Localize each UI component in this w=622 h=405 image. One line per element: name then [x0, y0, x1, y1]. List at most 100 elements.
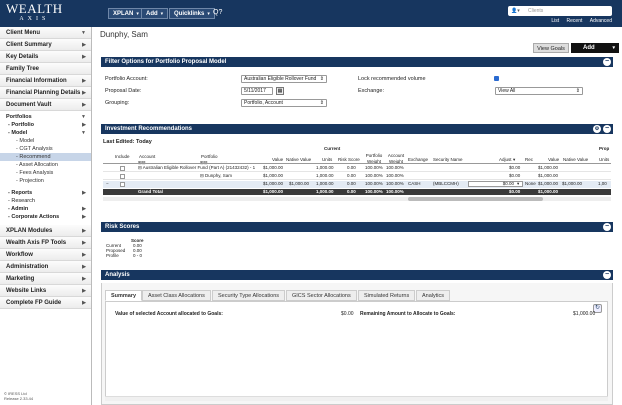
sidebar-item-admin[interactable]: - Admin ▶ — [0, 205, 91, 213]
proposal-date-input[interactable]: 5/11/2017 — [241, 87, 273, 95]
portfolio-account-select[interactable]: Australian Eligible Rollover Fund ⇕ — [241, 75, 327, 83]
table-row[interactable] — [103, 173, 611, 180]
sidebar-item-portfolios[interactable]: Portfolios ▼ — [0, 113, 91, 121]
list-link[interactable]: List — [551, 18, 559, 24]
xplan-menu[interactable]: XPLAN ▾ — [108, 8, 144, 19]
chevron-right-icon: ▶ — [82, 264, 86, 270]
chevron-right-icon: ▶ — [82, 54, 86, 60]
tab-summary[interactable]: Summary — [105, 290, 143, 301]
total-adjust: $0.00 — [509, 189, 521, 194]
collapse-icon[interactable]: − — [603, 223, 611, 231]
sidebar-item-fees-analysis[interactable]: - Fees Analysis — [0, 169, 91, 177]
sidebar-item-portfolio[interactable]: - Portfolio ▶ — [0, 121, 91, 129]
scrollbar-thumb[interactable] — [408, 197, 543, 201]
tab-analytics[interactable]: Analytics — [416, 290, 451, 301]
sidebar-item-key-details[interactable]: Key Details ▶ — [0, 51, 91, 63]
proposed-group-header: Prop — [599, 146, 610, 151]
chevron-right-icon: ▶ — [82, 214, 86, 220]
add-menu[interactable]: Add ▾ — [141, 8, 169, 19]
quicklinks-menu[interactable]: Quicklinks ▾ — [169, 8, 215, 19]
chevron-down-icon: ▾ — [160, 11, 164, 17]
calendar-icon[interactable]: ▦ — [276, 87, 284, 95]
tab-simulated-returns[interactable]: Simulated Returns — [358, 290, 416, 301]
add-button[interactable]: Add ▾ — [571, 43, 619, 53]
chevron-down-icon: ▼ — [81, 114, 86, 120]
chevron-right-icon: ▶ — [82, 300, 86, 306]
view-goals-button[interactable]: View Goals — [533, 43, 569, 53]
sidebar-item-document-vault[interactable]: Document Vault ▶ — [0, 99, 91, 111]
row-prop-native-value: $1,000.00 — [562, 181, 583, 186]
collapse-icon[interactable]: − — [603, 125, 611, 133]
tab-security-type-allocations[interactable]: Security Type Allocations — [212, 290, 286, 301]
chevron-down-icon: ▼ — [81, 30, 86, 36]
settings-icon[interactable]: ⚙ — [593, 125, 601, 133]
chevron-down-icon: ▾ — [136, 11, 139, 17]
sidebar-item-reports[interactable]: - Reports ▶ — [0, 189, 91, 197]
row-units: 1,000.00 — [316, 173, 334, 178]
analysis-panel-title: Analysis — [105, 272, 130, 278]
sidebar-item-model[interactable]: - Model ▼ — [0, 129, 91, 137]
risk-panel-header: Risk Scores − — [101, 222, 613, 232]
grouping-select[interactable]: Portfolio, Account ⇕ — [241, 99, 327, 107]
sidebar-item-complete-fp-guide[interactable]: Complete FP Guide ▶ — [0, 297, 91, 309]
sidebar-item-marketing[interactable]: Marketing ▶ — [0, 273, 91, 285]
search-help-icon[interactable]: Q? — [213, 9, 222, 16]
client-search-input[interactable]: 👤▾ Clients — [508, 6, 612, 16]
tab-asset-class-allocations[interactable]: Asset Class Allocations — [142, 290, 211, 301]
sidebar-item-projection[interactable]: - Projection — [0, 177, 91, 185]
row-action-icon[interactable]: − — [106, 181, 109, 187]
sidebar-item-administration[interactable]: Administration ▶ — [0, 261, 91, 273]
sidebar-item-model-child[interactable]: - Model — [0, 137, 91, 145]
collapse-icon[interactable]: − — [603, 58, 611, 66]
search-links: List Recent Advanced — [545, 18, 612, 24]
row-security: (MBLCCMH) — [433, 181, 459, 186]
selected-allocated-value: $0.00 — [341, 311, 354, 317]
top-bar: WEALTH AXIS XPLAN ▾ Add ▾ Quicklinks ▾ Q? 👤… — [0, 0, 622, 27]
row-rec: None — [525, 181, 536, 186]
sidebar-item-workflow[interactable]: Workflow ▶ — [0, 249, 91, 261]
include-checkbox[interactable] — [120, 182, 125, 187]
exchange-select[interactable]: View All ⇕ — [495, 87, 583, 95]
row-exchange: CASH — [408, 181, 421, 186]
chevron-right-icon: ▶ — [82, 288, 86, 294]
sidebar-item-corporate-actions[interactable]: - Corporate Actions ▶ — [0, 213, 91, 221]
total-prop-value: $1,000.00 — [538, 189, 559, 194]
portfolio-account-label: Portfolio Account: — [105, 76, 148, 82]
sidebar-item-family-tree[interactable]: Family Tree — [0, 63, 91, 75]
header-divider — [103, 163, 611, 164]
lock-volume-checkbox[interactable] — [494, 76, 499, 81]
recent-link[interactable]: Recent — [567, 18, 583, 24]
sidebar-item-website-links[interactable]: Website Links ▶ — [0, 285, 91, 297]
summary-scrollbar[interactable] — [105, 396, 608, 401]
filter-panel-title: Filter Options for Portfolio Proposal Mo… — [105, 59, 227, 65]
row-prop-value: $1,000.00 — [538, 173, 559, 178]
sidebar-item-xplan-modules[interactable]: XPLAN Modules ▶ — [0, 225, 91, 237]
include-checkbox[interactable] — [120, 174, 125, 179]
row-prop-units: 1,00 — [598, 181, 607, 186]
sidebar-item-financial-planning-details[interactable]: Financial Planning Details ▶ — [0, 87, 91, 99]
sidebar-item-research[interactable]: - Research — [0, 197, 91, 205]
current-group-header: Current — [324, 146, 341, 151]
lock-volume-label: Lock recommended volume — [358, 76, 426, 82]
sidebar-item-client-menu[interactable]: Client Menu ▼ — [0, 27, 91, 39]
chevron-right-icon: ▶ — [82, 90, 86, 96]
sidebar-item-fp-tools[interactable]: Wealth Axis FP Tools ▶ — [0, 237, 91, 249]
collapse-icon[interactable]: − — [603, 271, 611, 279]
chevron-right-icon: ▶ — [82, 102, 86, 108]
sidebar-item-cgt-analysis[interactable]: - CGT Analysis — [0, 145, 91, 153]
sidebar-item-financial-information[interactable]: Financial Information ▶ — [0, 75, 91, 87]
remaining-amount-label: Remaining Amount to Allocate to Goals: — [360, 311, 456, 317]
advanced-link[interactable]: Advanced — [590, 18, 612, 24]
grand-total-label: Grand Total — [138, 189, 163, 194]
tab-gics-sector-allocations[interactable]: GICS Sector Allocations — [286, 290, 357, 301]
wealth-axis-logo[interactable]: WEALTH AXIS — [6, 2, 63, 22]
chevron-right-icon: ▶ — [82, 122, 86, 128]
sidebar-item-client-summary[interactable]: Client Summary ▶ — [0, 39, 91, 51]
sidebar-item-recommend[interactable]: - Recommend — [0, 153, 91, 161]
search-placeholder: Clients — [528, 8, 544, 14]
risk-panel-title: Risk Scores — [105, 224, 140, 230]
sidebar-item-asset-allocation[interactable]: - Asset Allocation — [0, 161, 91, 169]
row-pweight: 100.00% — [365, 173, 383, 178]
adjust-select[interactable]: $0.00 — [468, 181, 523, 187]
include-checkbox[interactable] — [120, 166, 125, 171]
